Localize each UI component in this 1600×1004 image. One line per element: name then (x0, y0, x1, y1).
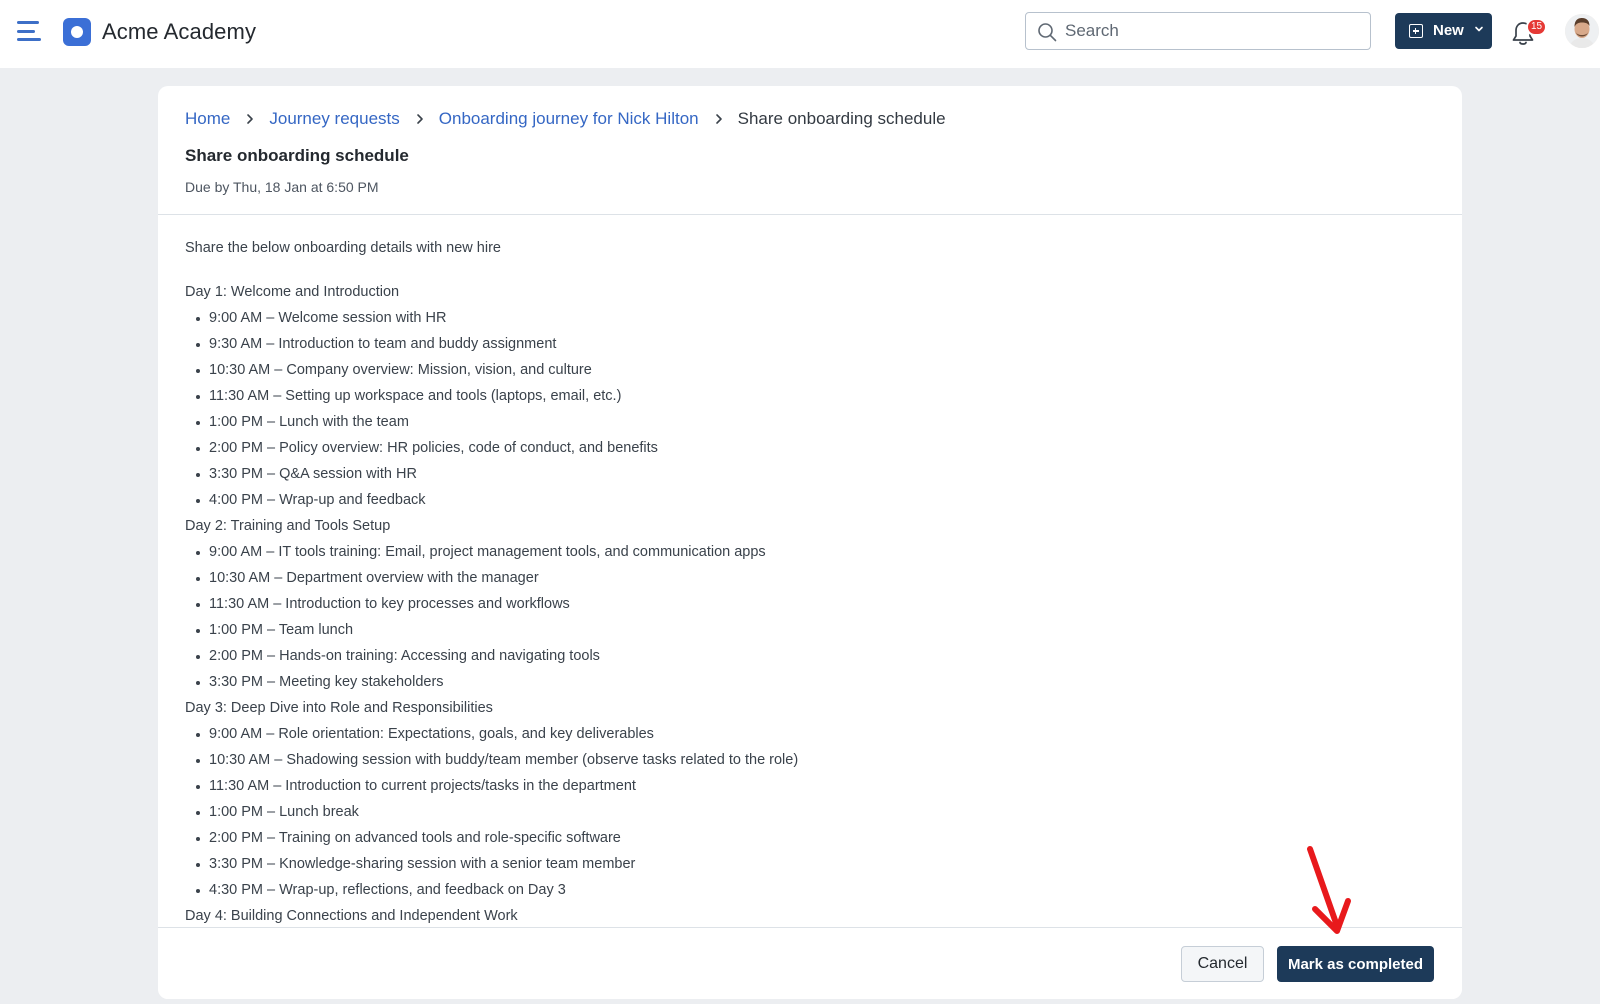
schedule-item: 9:00 AM – IT tools training: Email, proj… (185, 539, 1435, 565)
schedule-item: 9:00 AM – Role orientation: Expectations… (185, 721, 1435, 747)
notification-badge: 15 (1526, 18, 1548, 36)
breadcrumb: Home Journey requests Onboarding journey… (185, 106, 946, 132)
schedule-item: 4:30 PM – Wrap-up, reflections, and feed… (185, 877, 1435, 903)
app-title: Acme Academy (102, 19, 257, 44)
search-input[interactable] (1065, 16, 1355, 46)
user-avatar[interactable] (1565, 14, 1599, 48)
task-description: Share the below onboarding details with … (185, 235, 1435, 999)
breadcrumb-home[interactable]: Home (185, 109, 230, 129)
schedule-day: Day 4: Building Connections and Independ… (185, 903, 1435, 929)
schedule-item: 9:00 AM – Welcome session with HR (185, 305, 1435, 331)
schedule-item: 11:30 AM – Introduction to current proje… (185, 773, 1435, 799)
chevron-right-icon (416, 114, 423, 124)
schedule-day: Day 2: Training and Tools Setup 9:00 AM –… (185, 513, 1435, 695)
divider (158, 214, 1462, 215)
schedule-item: 1:00 PM – Lunch with the team (185, 409, 1435, 435)
search-icon (1038, 23, 1057, 42)
chevron-right-icon (715, 114, 722, 124)
schedule-item-list: 9:00 AM – Role orientation: Expectations… (185, 721, 1435, 903)
schedule-day: Day 3: Deep Dive into Role and Responsib… (185, 695, 1435, 903)
app-logo-icon (63, 18, 91, 46)
schedule-item: 2:00 PM – Training on advanced tools and… (185, 825, 1435, 851)
due-date: Due by Thu, 18 Jan at 6:50 PM (185, 179, 379, 195)
breadcrumb-journey-requests[interactable]: Journey requests (269, 109, 399, 129)
schedule-item: 11:30 AM – Introduction to key processes… (185, 591, 1435, 617)
day-heading: Day 4: Building Connections and Independ… (185, 908, 518, 924)
schedule-item: 10:30 AM – Department overview with the … (185, 565, 1435, 591)
mark-as-completed-button[interactable]: Mark as completed (1277, 946, 1434, 982)
plus-square-icon (1409, 24, 1423, 38)
chevron-down-icon (1475, 26, 1483, 32)
schedule-item: 10:30 AM – Company overview: Mission, vi… (185, 357, 1435, 383)
page-title: Share onboarding schedule (185, 146, 409, 165)
schedule-item: 11:30 AM – Setting up workspace and tool… (185, 383, 1435, 409)
top-bar: Acme Academy New 15 (0, 0, 1600, 68)
schedule-item: 9:30 AM – Introduction to team and buddy… (185, 331, 1435, 357)
description-intro: Share the below onboarding details with … (185, 240, 501, 256)
schedule-item: 3:30 PM – Q&A session with HR (185, 461, 1435, 487)
search-box[interactable] (1025, 12, 1371, 50)
schedule-item: 2:00 PM – Hands-on training: Accessing a… (185, 643, 1435, 669)
menu-icon[interactable] (17, 21, 41, 41)
new-button-label: New (1433, 22, 1464, 39)
chevron-right-icon (247, 114, 254, 124)
action-footer: Cancel Mark as completed (158, 927, 1462, 999)
schedule-item-list: 9:00 AM – IT tools training: Email, proj… (185, 539, 1435, 695)
day-heading: Day 3: Deep Dive into Role and Responsib… (185, 700, 493, 716)
day-heading: Day 2: Training and Tools Setup (185, 518, 391, 534)
task-card: Home Journey requests Onboarding journey… (158, 86, 1462, 999)
schedule-item: 10:30 AM – Shadowing session with buddy/… (185, 747, 1435, 773)
schedule-item: 3:30 PM – Knowledge-sharing session with… (185, 851, 1435, 877)
schedule-list: Day 1: Welcome and Introduction 9:00 AM –… (185, 279, 1435, 929)
schedule-day: Day 1: Welcome and Introduction 9:00 AM –… (185, 279, 1435, 513)
breadcrumb-onboarding-journey[interactable]: Onboarding journey for Nick Hilton (439, 109, 699, 129)
schedule-item-list: 9:00 AM – Welcome session with HR 9:30 AM… (185, 305, 1435, 513)
schedule-item: 1:00 PM – Team lunch (185, 617, 1435, 643)
schedule-item: 2:00 PM – Policy overview: HR policies, … (185, 435, 1435, 461)
schedule-item: 3:30 PM – Meeting key stakeholders (185, 669, 1435, 695)
cancel-button[interactable]: Cancel (1181, 946, 1264, 982)
breadcrumb-current: Share onboarding schedule (737, 109, 946, 128)
avatar-image (1565, 14, 1599, 48)
new-button[interactable]: New (1395, 13, 1492, 49)
schedule-item: 1:00 PM – Lunch break (185, 799, 1435, 825)
schedule-item: 4:00 PM – Wrap-up and feedback (185, 487, 1435, 513)
annotation-arrow-icon (1307, 846, 1351, 934)
day-heading: Day 1: Welcome and Introduction (185, 284, 400, 300)
